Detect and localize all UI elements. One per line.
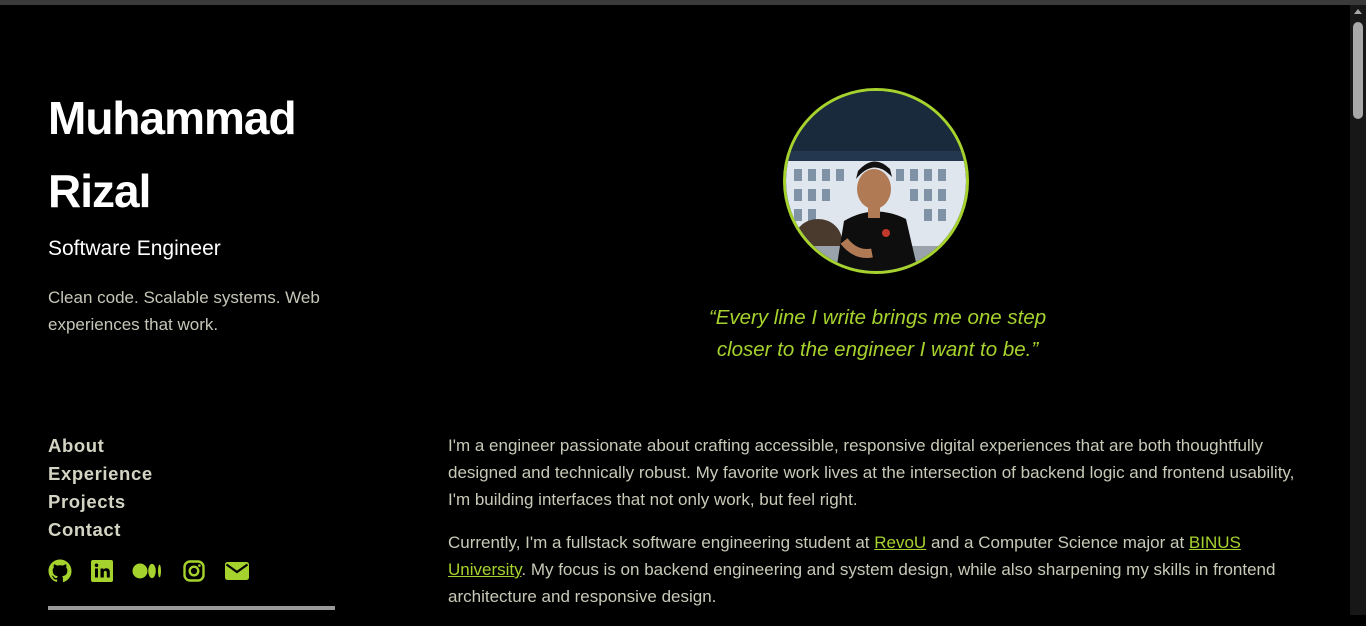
about-section: I'm a engineer passionate about crafting… — [448, 432, 1310, 626]
scroll-up-arrow-icon[interactable] — [1354, 9, 1362, 14]
linkedin-icon[interactable] — [90, 559, 114, 583]
instagram-icon[interactable] — [182, 559, 206, 583]
vertical-scrollbar[interactable] — [1350, 5, 1366, 615]
email-icon[interactable] — [224, 560, 250, 582]
profile-photo — [783, 88, 969, 274]
about-text: and a Computer Science major at — [926, 533, 1189, 552]
medium-icon[interactable] — [132, 559, 164, 583]
vertical-scrollbar-thumb[interactable] — [1353, 22, 1363, 119]
nav-item-about[interactable]: About — [48, 432, 153, 460]
profile-tagline: Clean code. Scalable systems. Web experi… — [48, 288, 320, 334]
about-text: Currently, I'm a fullstack software engi… — [448, 533, 875, 552]
horizontal-scrollbar-thumb[interactable] — [48, 606, 335, 610]
about-paragraph-1: I'm a engineer passionate about crafting… — [448, 436, 1295, 509]
revou-link[interactable]: RevoU — [874, 533, 926, 552]
about-text: . My focus is on backend engineering and… — [448, 560, 1276, 606]
profile-name-line1: Muhammad — [48, 92, 297, 144]
quote: “Every line I write brings me one step c… — [640, 302, 1115, 366]
github-icon[interactable] — [48, 559, 72, 583]
nav-item-projects[interactable]: Projects — [48, 488, 153, 516]
about-paragraph-2: Currently, I'm a fullstack software engi… — [448, 529, 1310, 610]
quote-line2: closer to the engineer I want to be.” — [716, 338, 1039, 361]
profile-role: Software Engineer — [48, 237, 221, 260]
quote-line1: “Every line I write brings me one step — [708, 306, 1047, 329]
profile-name: Muhammad Rizal — [48, 82, 388, 228]
section-nav: About Experience Projects Contact — [48, 432, 153, 544]
profile-name-line2: Rizal — [48, 165, 151, 217]
nav-item-contact[interactable]: Contact — [48, 516, 153, 544]
social-links — [48, 559, 250, 583]
nav-item-experience[interactable]: Experience — [48, 460, 153, 488]
